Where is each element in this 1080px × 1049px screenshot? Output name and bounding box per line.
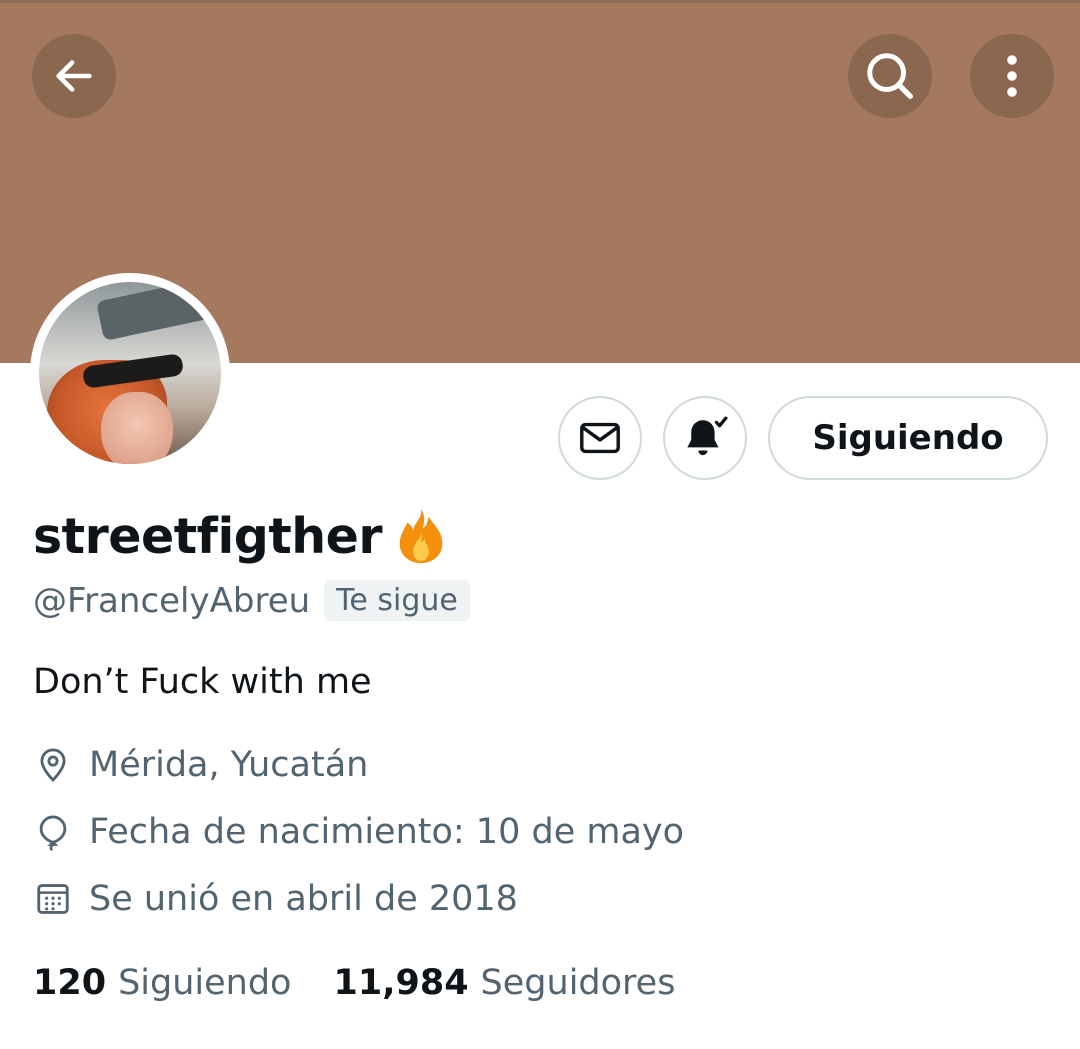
more-vertical-icon [1007, 55, 1017, 97]
notifications-button[interactable] [663, 396, 747, 480]
display-name-text: streetfigther [33, 507, 383, 565]
message-button[interactable] [558, 396, 642, 480]
avatar-photo-detail [96, 282, 212, 341]
more-options-button[interactable] [970, 34, 1054, 118]
balloon-icon [33, 812, 73, 852]
joined-row: Se unió en abril de 2018 [33, 879, 518, 919]
following-count: 120 [33, 963, 107, 1003]
following-button[interactable]: Siguiendo [768, 396, 1048, 480]
bell-check-icon [687, 416, 728, 456]
envelope-icon [580, 422, 620, 454]
follows-you-badge: Te sigue [324, 580, 470, 621]
following-label: Siguiendo [118, 963, 292, 1003]
search-button[interactable] [848, 34, 932, 118]
avatar-photo [39, 282, 221, 464]
avatar[interactable] [30, 273, 230, 473]
followers-stat-link[interactable]: 11,984 Seguidores [333, 963, 675, 1003]
location-pin-icon [33, 745, 73, 785]
profile-bio: Don’t Fuck with me [33, 662, 372, 702]
following-stat-link[interactable]: 120 Siguiendo [33, 963, 291, 1003]
followers-label: Seguidores [480, 963, 676, 1003]
user-handle: @FrancelyAbreu [33, 580, 311, 621]
profile-page: Siguiendo streetfigther @FrancelyAbreu T… [0, 0, 1080, 1049]
arrow-left-icon [56, 60, 92, 92]
location-row: Mérida, Yucatán [33, 745, 368, 785]
avatar-photo-detail [101, 392, 173, 464]
display-name: streetfigther [33, 505, 454, 567]
birthday-row: Fecha de nacimiento: 10 de mayo [33, 812, 684, 852]
location-text: Mérida, Yucatán [89, 745, 369, 785]
fire-icon [399, 508, 443, 564]
joined-text: Se unió en abril de 2018 [89, 879, 518, 919]
back-button[interactable] [32, 34, 116, 118]
birthday-text: Fecha de nacimiento: 10 de mayo [89, 812, 685, 852]
follow-stats: 120 Siguiendo 11,984 Seguidores [33, 963, 717, 1003]
calendar-icon [33, 879, 73, 919]
search-icon [867, 53, 913, 99]
followers-count: 11,984 [333, 963, 469, 1003]
handle-row: @FrancelyAbreu Te sigue [33, 580, 470, 621]
